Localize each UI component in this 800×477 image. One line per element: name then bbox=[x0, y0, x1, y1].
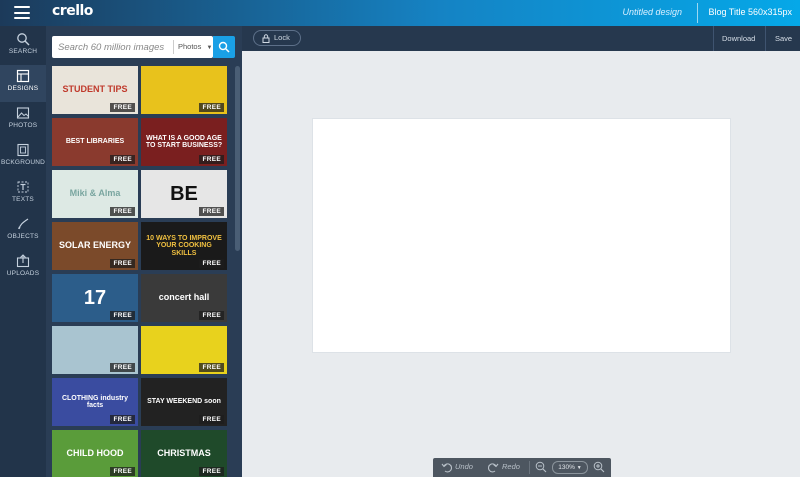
undo-button[interactable]: Undo bbox=[455, 462, 473, 471]
undo-icon[interactable] bbox=[441, 461, 453, 473]
free-badge: FREE bbox=[199, 259, 224, 268]
search-input[interactable] bbox=[52, 36, 170, 58]
template-tile[interactable]: 17 FREE bbox=[52, 274, 138, 322]
template-tile[interactable]: FREE bbox=[141, 66, 227, 114]
download-button[interactable]: Download bbox=[722, 34, 755, 43]
free-badge: FREE bbox=[110, 415, 135, 424]
rail-label: BCKGROUND bbox=[0, 159, 46, 166]
chevron-down-icon: ▼ bbox=[206, 45, 213, 51]
zoom-out-icon[interactable] bbox=[535, 461, 547, 473]
objects-icon bbox=[18, 218, 29, 230]
lock-label: Lock bbox=[274, 33, 290, 42]
chevron-down-icon: ▼ bbox=[576, 465, 582, 471]
rail-item-texts[interactable]: TEXTS bbox=[0, 176, 46, 213]
rail-label: OBJECTS bbox=[7, 233, 39, 240]
toolbar-divider bbox=[713, 26, 714, 51]
free-badge: FREE bbox=[110, 311, 135, 320]
background-icon bbox=[17, 143, 29, 157]
panel-scrollbar[interactable] bbox=[235, 66, 240, 251]
search-box: Photos ▼ bbox=[52, 36, 213, 58]
rail-item-uploads[interactable]: UPLOADS bbox=[0, 250, 46, 287]
template-tile[interactable]: SOLAR ENERGY FREE bbox=[52, 222, 138, 270]
document-name[interactable]: Untitled design bbox=[622, 7, 682, 17]
free-badge: FREE bbox=[110, 259, 135, 268]
designs-icon bbox=[16, 69, 30, 83]
free-badge: FREE bbox=[110, 207, 135, 216]
bottom-controls: Undo Redo 130% ▼ bbox=[433, 458, 611, 477]
template-grid: STUDENT TIPS FREE FREE BEST LIBRARIES FREE… bbox=[52, 66, 230, 477]
template-tile[interactable]: concert hall FREE bbox=[141, 274, 227, 322]
zoom-value: 130% bbox=[558, 464, 575, 471]
free-badge: FREE bbox=[199, 363, 224, 372]
left-rail: SEARCH DESIGNS PHOTOS BCKGROUND TEXTS OB… bbox=[0, 26, 46, 477]
template-tile[interactable]: BE FREE bbox=[141, 170, 227, 218]
free-badge: FREE bbox=[110, 155, 135, 164]
zoom-select[interactable]: 130% ▼ bbox=[552, 461, 588, 474]
free-badge: FREE bbox=[199, 207, 224, 216]
free-badge: FREE bbox=[110, 363, 135, 372]
zoom-in-icon[interactable] bbox=[593, 461, 605, 473]
design-canvas[interactable] bbox=[312, 118, 731, 353]
template-tile[interactable]: CLOTHING industry facts FREE bbox=[52, 378, 138, 426]
template-tile[interactable]: BEST LIBRARIES FREE bbox=[52, 118, 138, 166]
free-badge: FREE bbox=[199, 415, 224, 424]
free-badge: FREE bbox=[199, 467, 224, 476]
free-badge: FREE bbox=[110, 103, 135, 112]
source-select-value: Photos bbox=[178, 42, 202, 51]
redo-button[interactable]: Redo bbox=[502, 462, 520, 471]
rail-label: TEXTS bbox=[12, 196, 34, 203]
template-tile[interactable]: 10 WAYS TO IMPROVE YOUR COOKING SKILLS FR… bbox=[141, 222, 227, 270]
menu-icon[interactable] bbox=[14, 6, 30, 19]
toolbar-divider bbox=[765, 26, 766, 51]
top-bar: crello Untitled design Blog Title 560x31… bbox=[0, 0, 800, 26]
title-divider bbox=[697, 3, 698, 23]
rail-item-designs[interactable]: DESIGNS bbox=[0, 65, 46, 102]
template-tile[interactable]: STAY WEEKEND soon FREE bbox=[141, 378, 227, 426]
template-tile[interactable]: FREE bbox=[52, 326, 138, 374]
rail-label: SEARCH bbox=[8, 48, 38, 55]
bottom-divider bbox=[529, 461, 530, 474]
rail-label: DESIGNS bbox=[7, 85, 39, 92]
document-size: Blog Title 560x315px bbox=[708, 7, 792, 17]
template-tile[interactable]: CHILD HOOD FREE bbox=[52, 430, 138, 477]
free-badge: FREE bbox=[199, 311, 224, 320]
save-button[interactable]: Save bbox=[775, 34, 792, 43]
source-select[interactable]: Photos ▼ bbox=[173, 40, 213, 54]
template-tile[interactable]: CHRISTMAS FREE bbox=[141, 430, 227, 477]
free-badge: FREE bbox=[110, 467, 135, 476]
editor-toolbar: Lock Download Save bbox=[242, 26, 800, 51]
free-badge: FREE bbox=[199, 103, 224, 112]
search-icon bbox=[17, 33, 30, 46]
designs-panel: Photos ▼ STUDENT TIPSFREE FREE BEST LIBR… bbox=[46, 26, 242, 477]
photos-icon bbox=[16, 107, 30, 119]
lock-icon bbox=[262, 34, 270, 43]
uploads-icon bbox=[16, 254, 30, 268]
template-tile[interactable]: WHAT IS A GOOD AGE TO START BUSINESS? FRE… bbox=[141, 118, 227, 166]
search-icon bbox=[218, 41, 230, 53]
rail-label: UPLOADS bbox=[6, 270, 40, 277]
free-badge: FREE bbox=[199, 155, 224, 164]
rail-item-objects[interactable]: OBJECTS bbox=[0, 213, 46, 250]
rail-item-photos[interactable]: PHOTOS bbox=[0, 102, 46, 139]
template-tile[interactable]: Miki & Alma FREE bbox=[52, 170, 138, 218]
search-button[interactable] bbox=[213, 36, 235, 58]
template-tile[interactable]: FREE bbox=[141, 326, 227, 374]
rail-item-search[interactable]: SEARCH bbox=[0, 28, 46, 65]
app-logo[interactable]: crello bbox=[52, 3, 93, 19]
template-tile[interactable]: STUDENT TIPS FREE bbox=[52, 66, 138, 114]
redo-icon[interactable] bbox=[487, 461, 499, 473]
texts-icon bbox=[17, 181, 29, 193]
rail-item-background[interactable]: BCKGROUND bbox=[0, 139, 46, 176]
lock-button[interactable]: Lock bbox=[253, 30, 301, 46]
rail-label: PHOTOS bbox=[8, 122, 38, 129]
